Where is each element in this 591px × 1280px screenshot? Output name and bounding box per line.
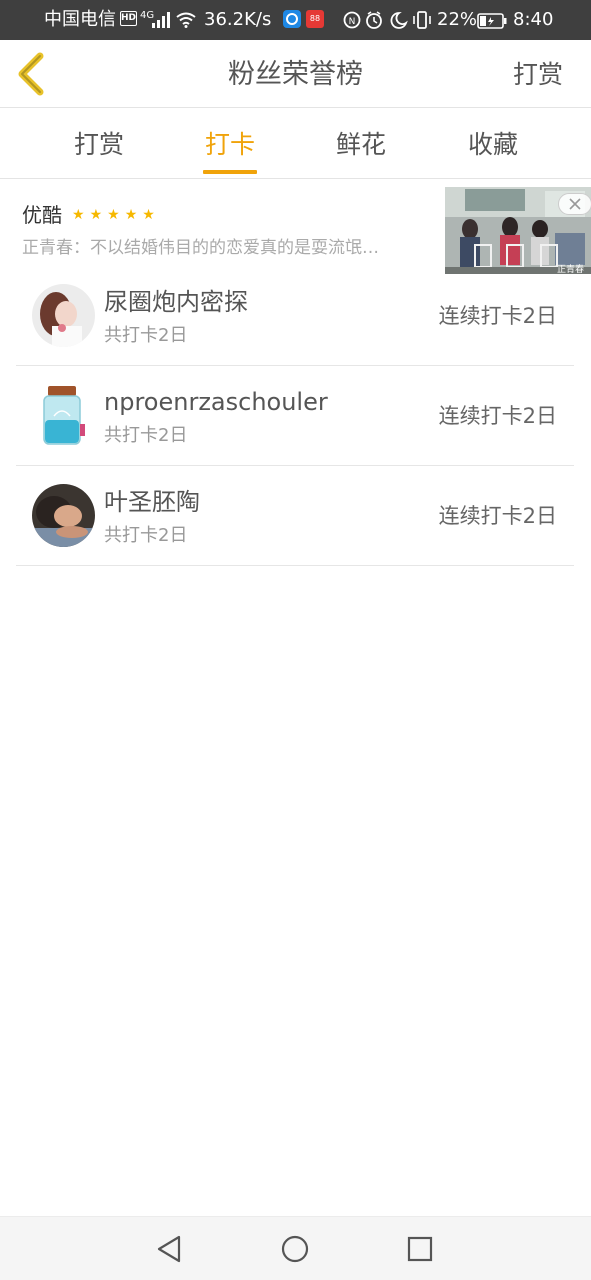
tab-label: 鲜花: [335, 130, 386, 159]
avatar: [32, 384, 95, 447]
tab-reward[interactable]: 打赏: [72, 127, 126, 179]
tab-label: 打赏: [73, 130, 124, 159]
wifi-icon: [176, 11, 196, 28]
list-item[interactable]: nproenrzaschouler 共打卡2日 连续打卡2日: [16, 366, 574, 466]
star-icon: ★: [107, 207, 120, 223]
ad-description: 正青春：不以结婚伟目的的恋爱真的是耍流氓…: [22, 238, 379, 258]
hd-badge: HD: [120, 11, 137, 26]
ad-brand: 优酷: [22, 203, 62, 227]
star-icon: ★: [89, 207, 103, 223]
svg-text:N: N: [349, 17, 356, 27]
star-icon: ★: [124, 207, 138, 223]
signal-icon: [152, 11, 170, 28]
user-name: nproenrzaschouler: [104, 388, 328, 416]
ad-rating: ★ ★ ★ ★ ★: [72, 206, 155, 226]
total-checkin: 共打卡2日: [104, 425, 188, 446]
total-checkin: 共打卡2日: [104, 525, 188, 546]
clock-time: 8:40: [513, 9, 554, 30]
back-button[interactable]: [14, 52, 48, 96]
system-navigation-bar: [0, 1216, 591, 1280]
nav-recent-apps-button[interactable]: [402, 1231, 438, 1267]
checkin-ranking-list: 尿圈炮内密探 共打卡2日 连续打卡2日 nproenrzaschouler 共打…: [16, 266, 574, 566]
reward-action-button[interactable]: 打赏: [513, 58, 563, 92]
battery-icon: [477, 12, 507, 29]
checkin-streak: 连续打卡2日: [438, 304, 557, 328]
page-title: 粉丝荣誉榜: [228, 59, 363, 90]
status-bar: 中国电信 HD 4G 36.2K/s 88 N 22% 8:40: [0, 0, 591, 40]
header-bar: 粉丝荣誉榜 打赏: [0, 40, 591, 108]
tab-favorites[interactable]: 收藏: [466, 127, 520, 179]
app-badge-icon: 88: [306, 10, 324, 28]
checkin-streak: 连续打卡2日: [438, 504, 557, 528]
triangle-back-icon: [157, 1235, 181, 1263]
avatar: [32, 284, 95, 347]
tab-checkin[interactable]: 打卡: [203, 127, 257, 179]
tab-flowers[interactable]: 鲜花: [334, 127, 388, 179]
carrier-label: 中国电信: [44, 9, 116, 30]
nav-home-button[interactable]: [277, 1231, 313, 1267]
list-item[interactable]: 叶圣胚陶 共打卡2日 连续打卡2日: [16, 466, 574, 566]
vibrate-icon: [412, 10, 432, 30]
square-recents-icon: [407, 1236, 433, 1262]
net-speed: 36.2K/s: [204, 9, 272, 30]
user-name: 尿圈炮内密探: [104, 288, 248, 316]
star-icon: ★: [142, 207, 155, 223]
close-icon: [569, 198, 581, 210]
total-checkin: 共打卡2日: [104, 325, 188, 346]
tab-label: 打卡: [204, 130, 255, 159]
app-notification-icon: [283, 10, 301, 28]
checkin-streak: 连续打卡2日: [438, 404, 557, 428]
star-icon: ★: [72, 207, 85, 223]
battery-percent: 22%: [437, 9, 478, 30]
ad-banner[interactable]: 优酷 ★ ★ ★ ★ ★ 正青春：不以结婚伟目的的恋爱真的是耍流氓… 正青春: [0, 180, 591, 274]
chevron-left-icon: [18, 52, 44, 96]
avatar: [32, 484, 95, 547]
tab-bar: 打赏 打卡 鲜花 收藏: [0, 109, 591, 179]
tab-label: 收藏: [467, 130, 518, 159]
ad-close-button[interactable]: [558, 193, 591, 215]
nav-back-button[interactable]: [151, 1231, 187, 1267]
list-item[interactable]: 尿圈炮内密探 共打卡2日 连续打卡2日: [16, 266, 574, 366]
circle-home-icon: [281, 1235, 309, 1263]
active-tab-indicator: [203, 170, 257, 174]
user-name: 叶圣胚陶: [104, 488, 200, 516]
system-icons: N: [343, 10, 409, 30]
